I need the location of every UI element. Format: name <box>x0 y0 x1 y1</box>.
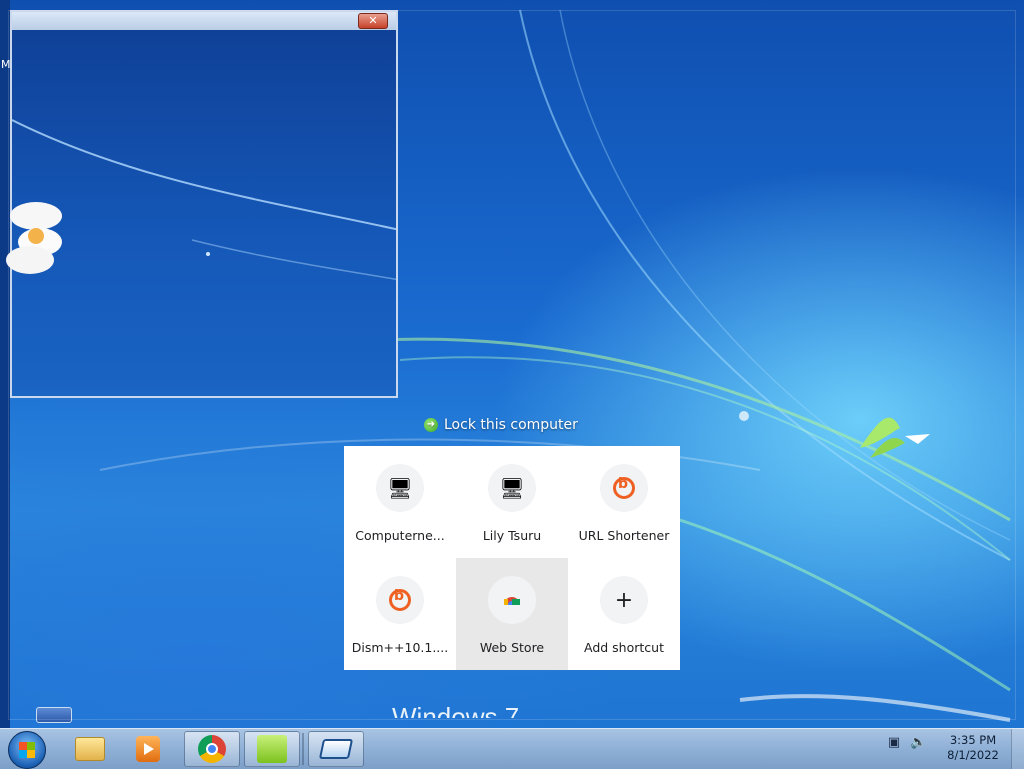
taskbar: ▣ 🔈 3:35 PM 8/1/2022 <box>0 728 1024 769</box>
shortcut-label: Web Store <box>479 640 545 655</box>
taskbar-green-app[interactable] <box>244 731 300 767</box>
lock-computer-link[interactable]: ➜ Lock this computer <box>424 417 578 433</box>
computer-icon: 🖥 <box>376 464 424 512</box>
volume-icon[interactable]: 🔈 <box>910 735 926 751</box>
shortcut-label: Dism++10.1.... <box>351 640 449 655</box>
gadget-toggle-button[interactable] <box>36 707 72 723</box>
left-edge-strip: M <box>0 0 11 728</box>
chrome-web-store-icon <box>488 576 536 624</box>
remote-desktop-icon <box>318 739 354 759</box>
green-arrow-icon: ➜ <box>424 418 438 432</box>
close-button[interactable]: ✕ <box>358 13 388 29</box>
folder-icon <box>75 737 105 761</box>
shortcut-lily-tsuru[interactable]: 🖥 Lily Tsuru <box>456 446 568 558</box>
shortcuts-panel: 🖥 Computerne... 🖥 Lily Tsuru URL Shorten… <box>344 446 680 670</box>
lock-computer-label: Lock this computer <box>444 417 578 433</box>
desktop: M ✕ ➜ Lock this computer 🖥 Computerne... <box>0 0 1024 728</box>
shortcut-computerne[interactable]: 🖥 Computerne... <box>344 446 456 558</box>
system-tray: ▣ 🔈 <box>886 735 926 751</box>
windows-logo-icon <box>19 742 35 758</box>
windows-7-watermark: Windows 7 <box>392 702 520 718</box>
mini-window-titlebar[interactable]: ✕ <box>12 12 396 30</box>
taskbar-remote-desktop[interactable] <box>308 731 364 767</box>
shortcut-label: Add shortcut <box>584 640 664 655</box>
show-desktop-button[interactable] <box>1011 729 1024 769</box>
taskbar-explorer[interactable] <box>62 731 118 767</box>
media-player-icon <box>136 736 160 762</box>
plus-icon: + <box>600 576 648 624</box>
clock[interactable]: 3:35 PM 8/1/2022 <box>940 733 1006 763</box>
clock-date: 8/1/2022 <box>947 748 999 762</box>
taskbar-media-player[interactable] <box>120 731 176 767</box>
shortcut-label: URL Shortener <box>578 528 670 543</box>
shortcut-url-shortener[interactable]: URL Shortener <box>568 446 680 558</box>
wallpaper-bird-icon <box>860 417 930 458</box>
shortcut-label: Lily Tsuru <box>482 528 542 543</box>
shortcut-web-store[interactable]: Web Store <box>456 558 568 670</box>
clock-time: 3:35 PM <box>949 733 997 747</box>
green-app-icon <box>257 735 287 763</box>
taskbar-separator <box>302 733 304 765</box>
start-button[interactable] <box>8 731 46 769</box>
add-shortcut-button[interactable]: + Add shortcut <box>568 558 680 670</box>
taskbar-chrome[interactable] <box>184 731 240 767</box>
chrome-icon <box>198 735 226 763</box>
shortcut-label: Computerne... <box>355 528 445 543</box>
computer-icon: 🖥 <box>488 464 536 512</box>
flower-gadget-icon <box>6 202 62 274</box>
shortcut-dism[interactable]: Dism++10.1.... <box>344 558 456 670</box>
bitly-icon <box>600 464 648 512</box>
network-icon[interactable]: ▣ <box>886 735 902 751</box>
bitly-icon <box>376 576 424 624</box>
close-icon: ✕ <box>368 14 378 27</box>
